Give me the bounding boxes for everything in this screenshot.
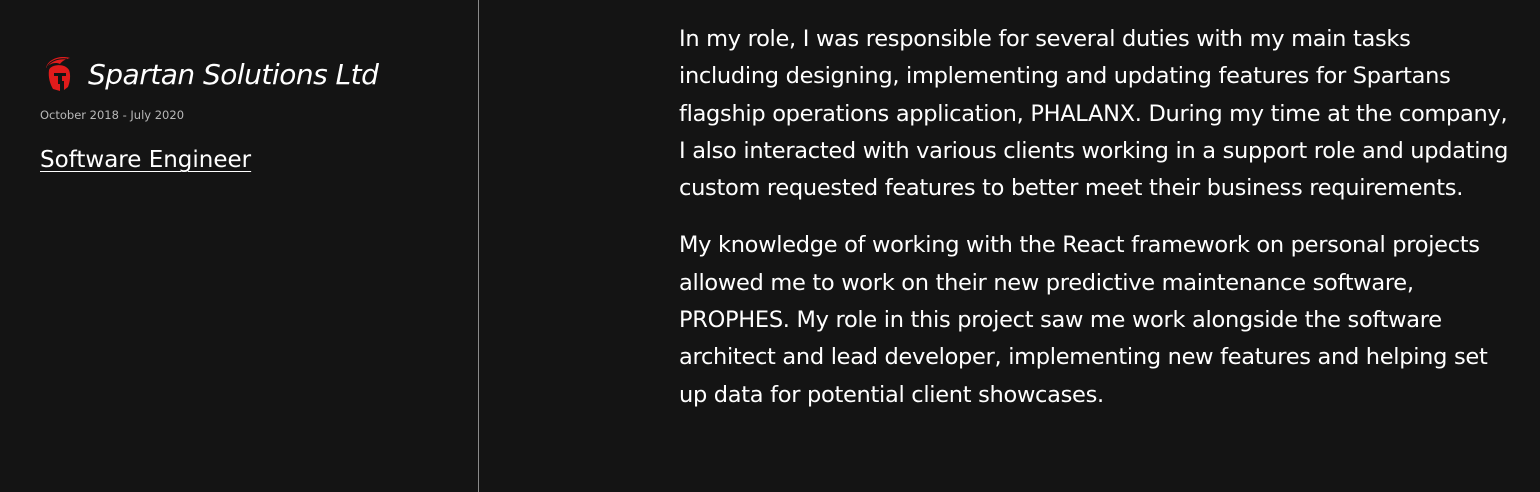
- company-name: Spartan Solutions Ltd: [88, 57, 379, 91]
- job-title-link[interactable]: Software Engineer: [40, 147, 251, 173]
- experience-sidebar: Spartan Solutions Ltd October 2018 - Jul…: [0, 0, 478, 492]
- description-paragraph: In my role, I was responsible for severa…: [679, 26, 1509, 202]
- description-paragraph: My knowledge of working with the React f…: [679, 232, 1488, 408]
- company-header: Spartan Solutions Ltd: [40, 54, 379, 94]
- vertical-divider: [478, 0, 479, 492]
- spartan-helmet-icon: [46, 57, 71, 91]
- employment-dates: October 2018 - July 2020: [40, 108, 185, 122]
- experience-description: In my role, I was responsible for severa…: [679, 21, 1509, 434]
